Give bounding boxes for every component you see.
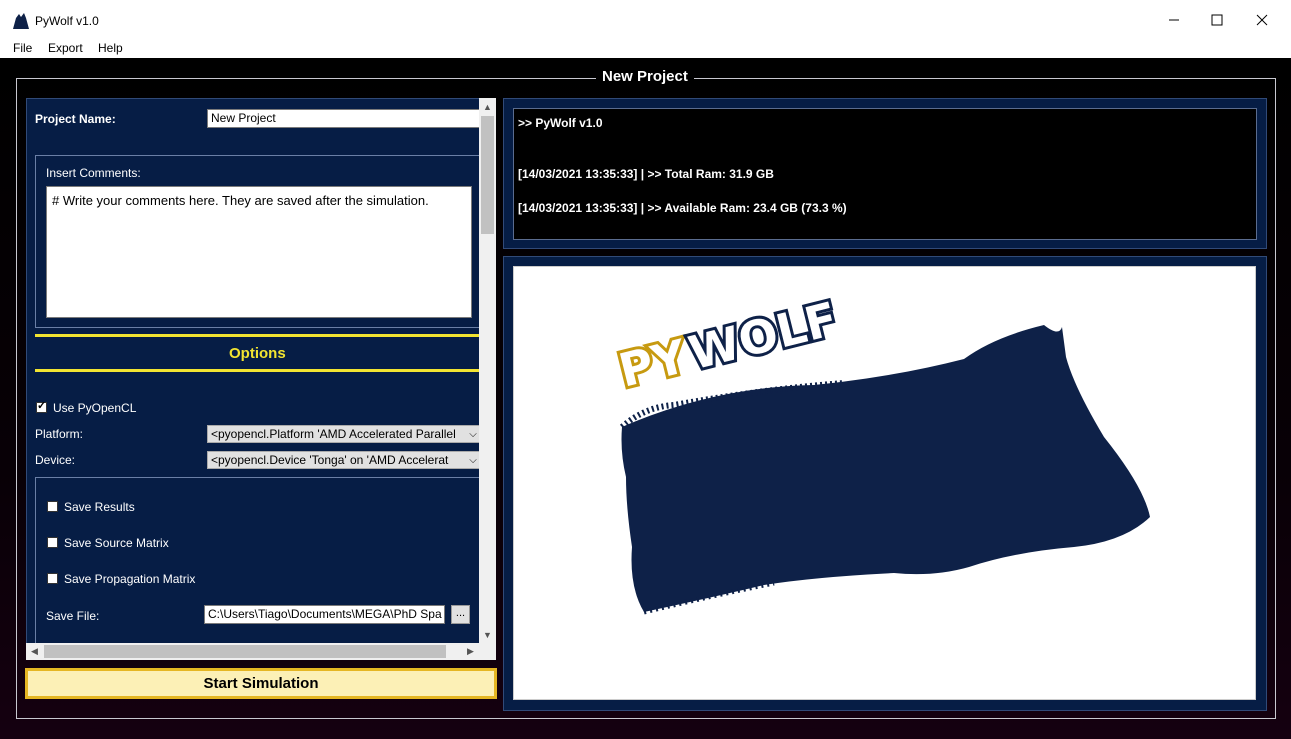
- minimize-button[interactable]: [1152, 4, 1196, 36]
- window-title: PyWolf v1.0: [35, 14, 99, 28]
- menu-help[interactable]: Help: [98, 41, 123, 55]
- device-label: Device:: [35, 453, 76, 467]
- menu-bar: File Export Help: [0, 39, 1291, 58]
- device-select[interactable]: <pyopencl.Device 'Tonga' on 'AMD Acceler…: [207, 451, 482, 469]
- platform-select-value: <pyopencl.Platform 'AMD Accelerated Para…: [211, 427, 456, 441]
- maximize-icon: [1211, 14, 1223, 26]
- menu-export[interactable]: Export: [48, 41, 83, 55]
- browse-button[interactable]: ...: [451, 605, 470, 624]
- save-propagation-label: Save Propagation Matrix: [64, 572, 196, 586]
- scroll-up-icon[interactable]: ▲: [479, 98, 496, 115]
- console-line: [14/03/2021 13:35:33] | >> Total Ram: 31…: [518, 167, 774, 181]
- save-propagation-checkbox[interactable]: [47, 573, 58, 584]
- project-name-label: Project Name:: [35, 112, 116, 126]
- options-title: Options: [229, 345, 286, 362]
- scroll-down-icon[interactable]: ▼: [479, 626, 496, 643]
- scroll-corner: [479, 643, 496, 660]
- pywolf-logo: PY WOLF: [611, 288, 1150, 615]
- save-source-label: Save Source Matrix: [64, 536, 169, 550]
- vertical-scroll-thumb[interactable]: [481, 116, 494, 234]
- device-select-value: <pyopencl.Device 'Tonga' on 'AMD Acceler…: [211, 453, 449, 467]
- use-pyopencl-label: Use PyOpenCL: [53, 401, 137, 415]
- project-name-input[interactable]: New Project: [207, 109, 482, 128]
- close-button[interactable]: [1240, 4, 1284, 36]
- save-file-input[interactable]: C:\Users\Tiago\Documents\MEGA\PhD Spa: [204, 605, 445, 624]
- checkmark-icon: ✓: [37, 400, 47, 412]
- save-results-checkbox[interactable]: [47, 501, 58, 512]
- minimize-icon: [1169, 19, 1179, 21]
- comments-group: Insert Comments: # Write your comments h…: [35, 155, 481, 328]
- wolf-icon: [12, 12, 30, 30]
- title-bar: PyWolf v1.0: [0, 0, 1291, 39]
- console-line: >> PyWolf v1.0: [518, 116, 603, 130]
- menu-file[interactable]: File: [13, 41, 32, 55]
- start-simulation-button[interactable]: Start Simulation: [25, 668, 497, 699]
- comments-label: Insert Comments:: [46, 166, 141, 180]
- close-icon: [1256, 14, 1268, 26]
- logo-text-py: PY: [614, 329, 693, 398]
- maximize-button[interactable]: [1195, 4, 1239, 36]
- options-divider-bottom: [35, 369, 490, 372]
- horizontal-scroll-thumb[interactable]: [44, 645, 446, 658]
- save-options-group: Save Results Save Source Matrix Save Pro…: [35, 477, 481, 647]
- logo-image: PY WOLF: [513, 266, 1256, 700]
- platform-label: Platform:: [35, 427, 84, 441]
- platform-select[interactable]: <pyopencl.Platform 'AMD Accelerated Para…: [207, 425, 482, 443]
- use-pyopencl-checkbox[interactable]: ✓: [36, 400, 47, 413]
- save-source-checkbox[interactable]: [47, 537, 58, 548]
- save-results-label: Save Results: [64, 500, 135, 514]
- scroll-right-icon[interactable]: ▶: [462, 643, 479, 660]
- scroll-left-icon[interactable]: ◀: [26, 643, 43, 660]
- logo-text-wolf: WOLF: [683, 291, 842, 380]
- project-frame-title: New Project: [596, 68, 694, 85]
- comments-textarea[interactable]: # Write your comments here. They are sav…: [46, 186, 472, 318]
- console-line: [14/03/2021 13:35:33] | >> Available Ram…: [518, 201, 847, 215]
- save-file-label: Save File:: [46, 609, 100, 623]
- options-divider-top: [35, 334, 490, 337]
- settings-panel: Project Name: New Project Insert Comment…: [26, 98, 496, 660]
